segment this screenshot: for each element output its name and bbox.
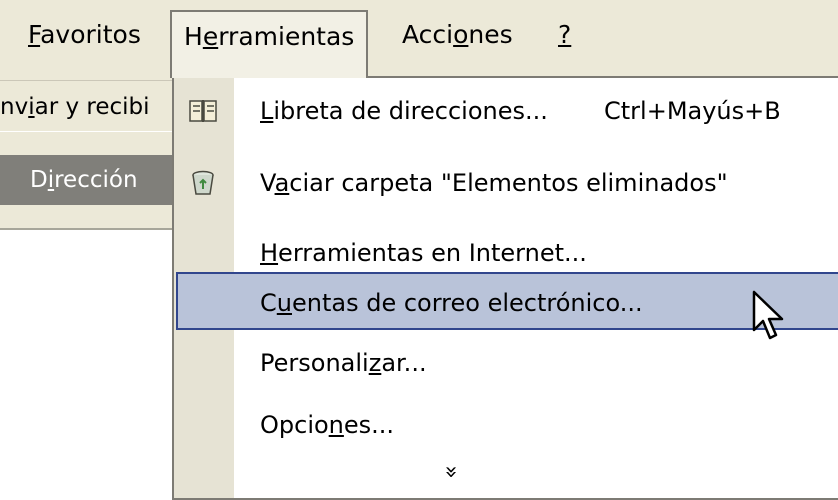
menu-item-cuentas-correo[interactable]: Cuentas de correo electrónico... [176,272,838,330]
label-text: erramientas en Internet... [278,239,587,267]
button-label: ar y recibi [34,94,150,120]
menu-label: rramientas [218,22,355,51]
address-label: Dirección [0,155,178,205]
label-text: ciar carpeta "Elementos eliminados" [289,169,728,197]
label-text: Personali [260,349,369,377]
menu-item-label: Libreta de direcciones... [260,82,548,140]
menu-accel: o [453,20,469,49]
mouse-cursor-icon [752,290,784,340]
menu-item-shortcut: Ctrl+Mayús+B [604,97,781,125]
menu-herramientas[interactable]: Herramientas [170,10,369,78]
label-accel: u [276,289,292,317]
menu-favoritos[interactable]: Favoritos [18,10,151,60]
menu-label: H [184,22,203,51]
menu-accel: F [28,20,41,49]
label-text: rección [54,167,138,193]
label-text: Opcio [260,411,329,439]
herramientas-dropdown-menu: Libreta de direcciones... Ctrl+Mayús+B V… [172,76,838,500]
menu-item-opciones[interactable]: Opciones... [174,396,838,454]
menu-accel: ? [558,20,572,49]
chevron-glyph: » [438,465,464,479]
menu-item-label: Opciones... [260,396,394,454]
menu-item-personalizar[interactable]: Personalizar... [174,334,838,392]
label-text: ar... [381,349,427,377]
label-text: es... [343,411,395,439]
label-accel: z [368,349,382,377]
label-text: C [260,289,277,317]
expand-menu-chevron-icon[interactable]: » [439,456,464,488]
menu-label: Acci [402,20,454,49]
label-text: entas de correo electrónico... [291,289,643,317]
label-accel: a [274,169,290,197]
menu-item-label: Cuentas de correo electrónico... [260,274,643,332]
menu-help[interactable]: ? [548,10,581,60]
recycle-bin-icon [192,170,214,195]
menu-item-label: Personalizar... [260,334,427,392]
address-book-icon [189,100,217,122]
label-text: V [260,169,275,197]
menu-item-label: Vaciar carpeta "Elementos eliminados" [260,154,728,212]
label-text: ibreta de direcciones... [273,97,548,125]
menu-label: nes [468,20,513,49]
menu-label: avoritos [40,20,141,49]
menu-item-vaciar-eliminados[interactable]: Vaciar carpeta "Elementos eliminados" [174,154,838,212]
menu-accel: e [202,22,219,51]
label-accel: L [260,97,274,125]
send-receive-button[interactable]: nviar y recibi [0,87,150,127]
label-text: D [30,167,48,193]
menu-acciones[interactable]: Acciones [392,10,523,60]
label-accel: n [328,411,344,439]
label-accel: H [260,239,279,267]
menu-item-libreta-direcciones[interactable]: Libreta de direcciones... Ctrl+Mayús+B [174,82,838,140]
menu-bar: Favoritos Herramientas Acciones ? [0,0,838,81]
button-label: nv [0,94,29,120]
